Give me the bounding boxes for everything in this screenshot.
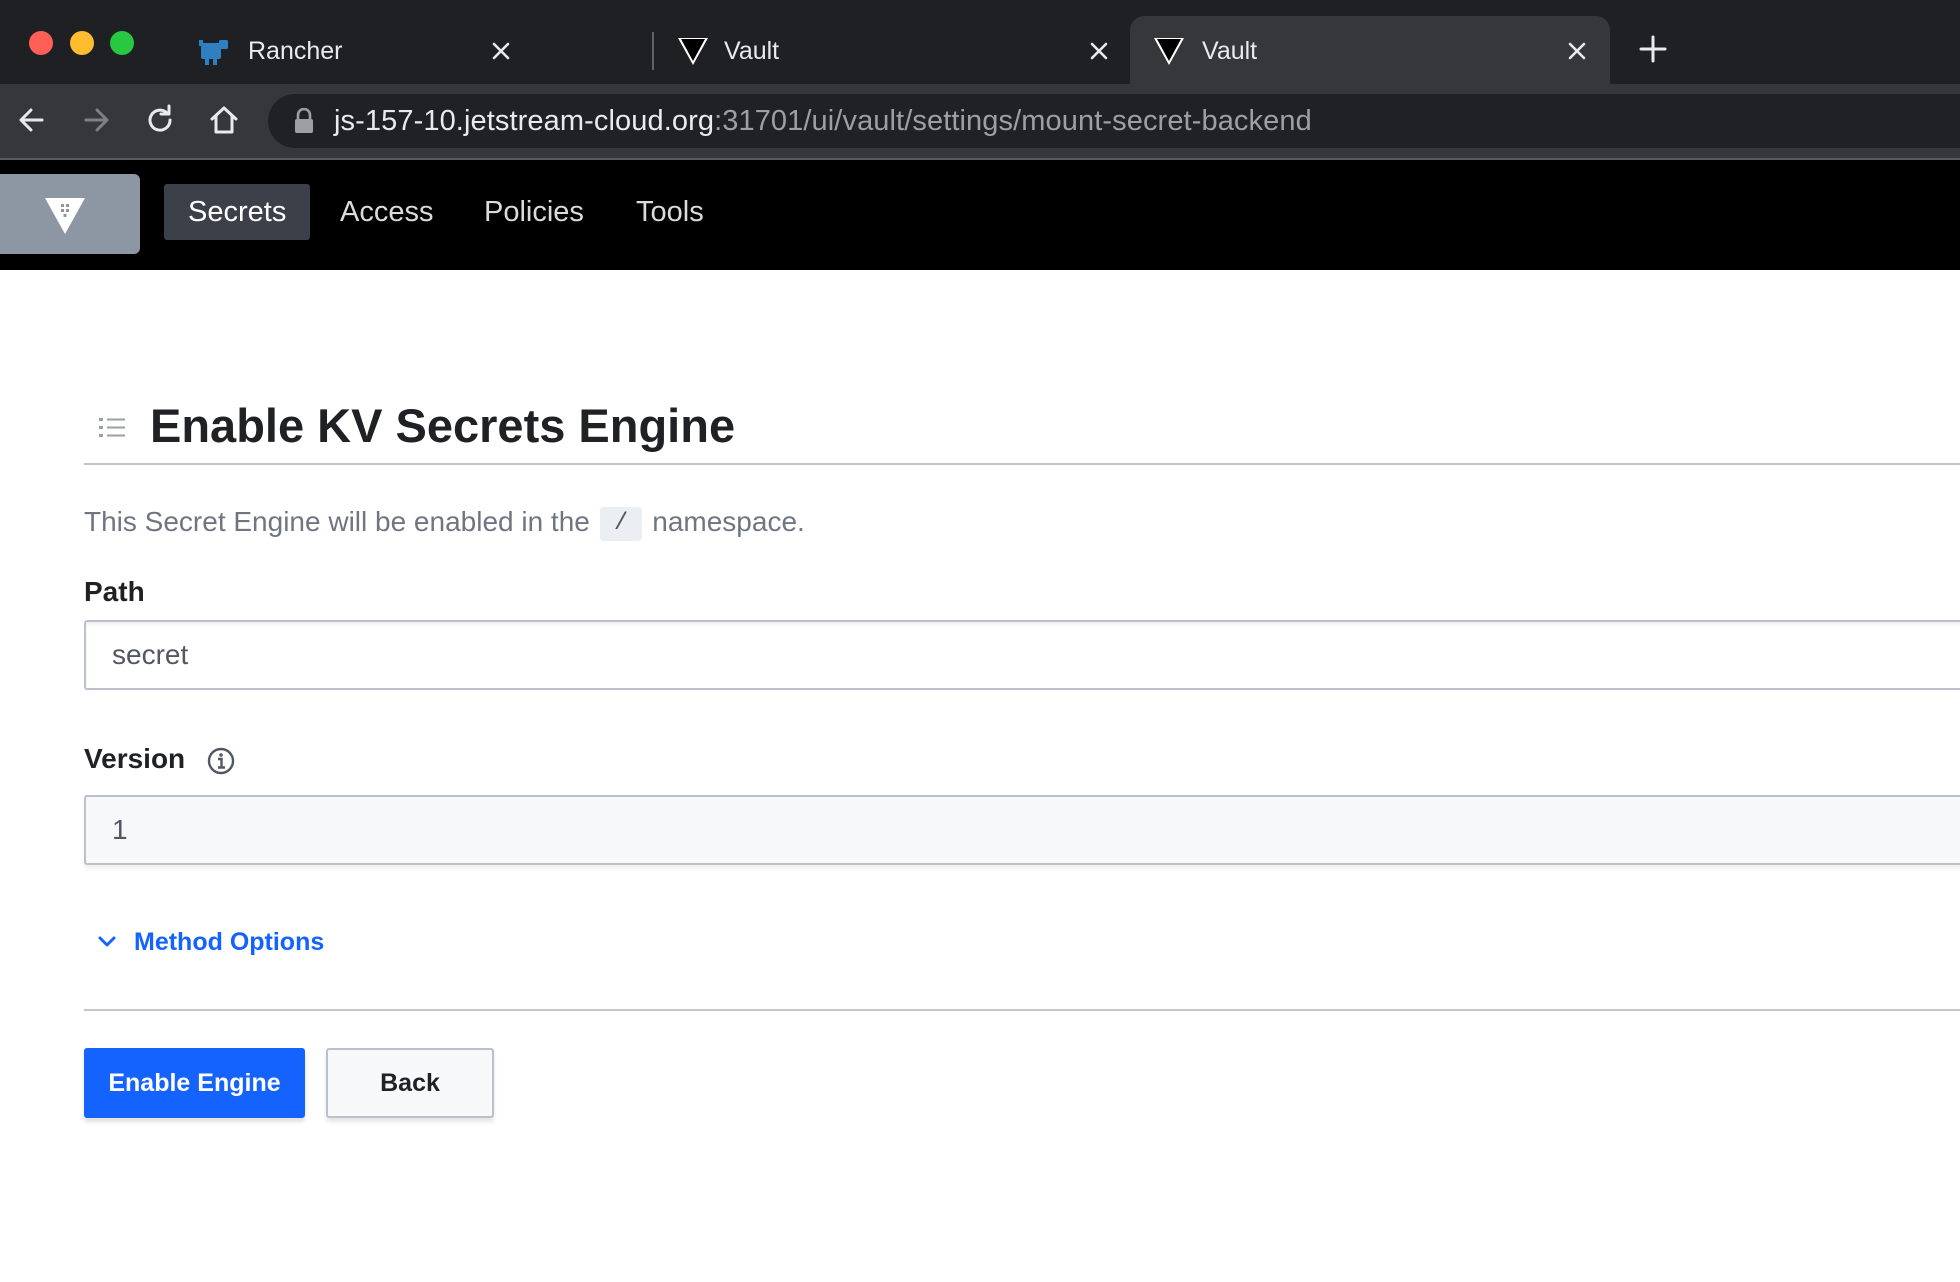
namespace-prefix: This Secret Engine will be enabled in th… (84, 506, 590, 537)
url-path: :31701/ui/vault/settings/mount-secret-ba… (714, 105, 1312, 137)
path-label: Path (84, 576, 145, 607)
new-tab-plus-icon[interactable] (1636, 32, 1670, 66)
nav-access[interactable]: Access (316, 184, 457, 240)
nav-policies[interactable]: Policies (460, 184, 608, 240)
version-value: 1 (112, 814, 128, 845)
url-host: js-157-10.jetstream-cloud.org (334, 105, 715, 137)
nav-secrets[interactable]: Secrets (164, 184, 311, 240)
maximize-window-button[interactable] (110, 31, 134, 55)
path-input[interactable] (84, 620, 1960, 690)
close-tab-icon[interactable] (486, 36, 516, 66)
list-icon (99, 418, 125, 437)
info-icon[interactable] (206, 746, 236, 776)
url-text[interactable]: js-157-10.jetstream-cloud.org:31701/ui/v… (334, 101, 1312, 141)
browser-tab-vault[interactable]: Vault (634, 16, 1114, 84)
title-divider (84, 463, 1960, 465)
page-title: Enable KV Secrets Engine (150, 399, 736, 452)
back-arrow-icon[interactable] (14, 102, 50, 138)
browser-tab-vault-active[interactable]: Vault (1130, 16, 1610, 84)
enable-engine-button[interactable]: Enable Engine (84, 1048, 305, 1118)
namespace-code: / (599, 506, 643, 541)
method-options-toggle[interactable]: Method Options (96, 922, 324, 962)
browser-tab-rancher[interactable]: Rancher (156, 16, 652, 84)
close-window-button[interactable] (29, 31, 53, 55)
chevron-down-icon (98, 936, 116, 947)
vault-icon (1154, 38, 1184, 65)
version-label: Version (84, 743, 186, 774)
browser-tab-strip: Rancher Vault Vault (0, 0, 1960, 84)
tab-title: Vault (724, 37, 780, 65)
close-tab-icon[interactable] (1562, 36, 1592, 66)
method-options-label: Method Options (134, 927, 325, 956)
version-select[interactable]: 1 (84, 795, 1960, 865)
back-button[interactable]: Back (326, 1048, 494, 1118)
tab-title: Rancher (248, 37, 343, 65)
minimize-window-button[interactable] (70, 31, 94, 55)
nav-tools[interactable]: Tools (612, 184, 728, 240)
close-tab-icon[interactable] (1084, 36, 1114, 66)
home-icon[interactable] (206, 102, 242, 138)
form-divider (84, 1009, 1960, 1011)
vault-icon (678, 38, 708, 65)
reload-icon[interactable] (142, 102, 178, 138)
namespace-suffix: namespace. (652, 506, 805, 537)
rancher-icon (199, 40, 228, 65)
tab-title: Vault (1202, 37, 1258, 65)
namespace-notice: This Secret Engine will be enabled in th… (84, 502, 805, 542)
vault-logo-icon (45, 198, 85, 234)
lock-icon[interactable] (293, 108, 315, 134)
forward-arrow-icon[interactable] (78, 102, 114, 138)
